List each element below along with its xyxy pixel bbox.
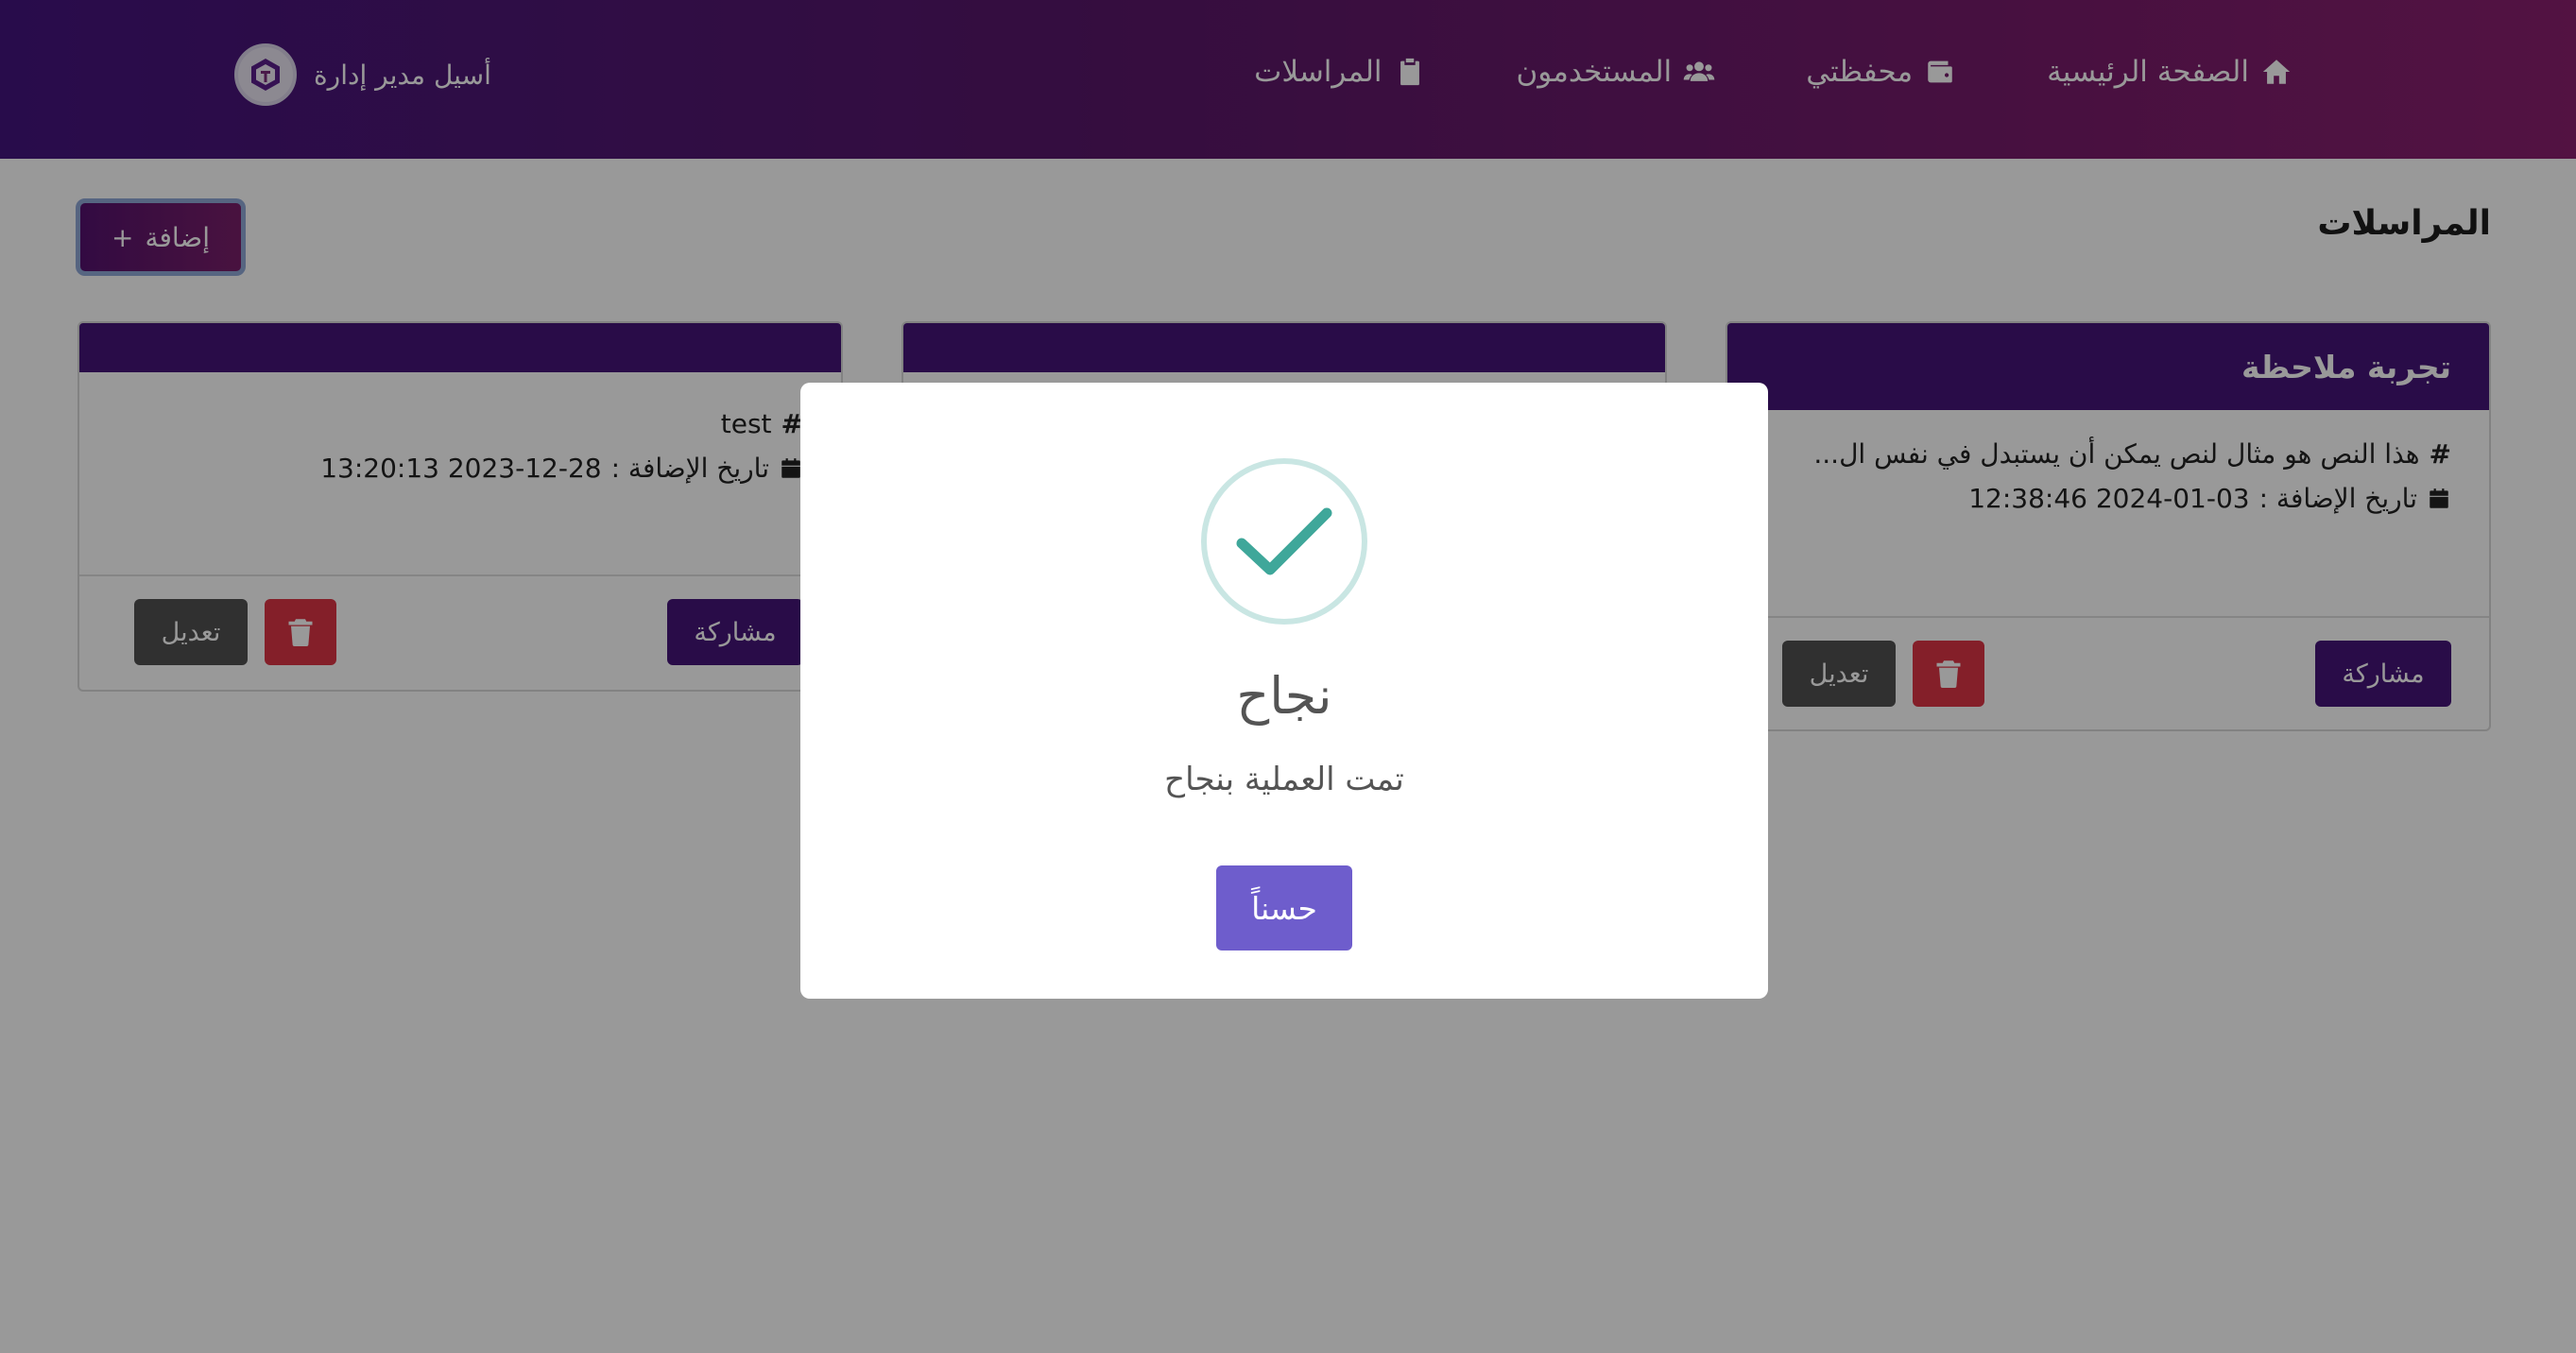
dialog-title: نجاح — [1236, 666, 1332, 726]
dialog-message: تمت العملية بنجاح — [1164, 761, 1404, 798]
success-icon — [1201, 458, 1367, 625]
ok-button[interactable]: حسناً — [1216, 865, 1352, 951]
checkmark-icon — [1236, 507, 1332, 575]
success-dialog: نجاح تمت العملية بنجاح حسناً — [800, 383, 1768, 999]
